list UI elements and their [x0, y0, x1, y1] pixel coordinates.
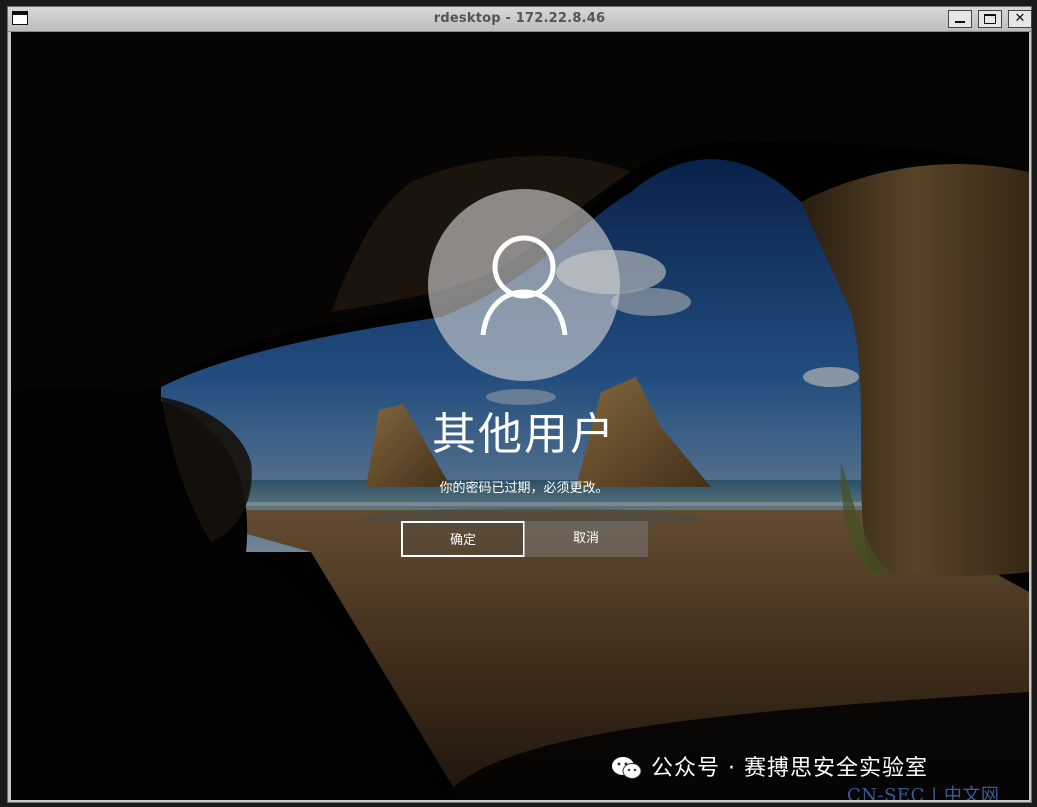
cancel-button[interactable]: 取消	[524, 521, 648, 557]
title-bar[interactable]: rdesktop - 172.22.8.46 ✕	[8, 7, 1032, 32]
window-title: rdesktop - 172.22.8.46	[433, 11, 606, 26]
minimize-icon	[949, 11, 971, 27]
remote-screen[interactable]: 其他用户 你的密码已过期，必须更改。 确定 取消 公众号 · 赛搏思安全实验室 …	[11, 32, 1029, 800]
close-icon: ✕	[1014, 11, 1026, 26]
username-label: 其他用户	[432, 409, 616, 460]
user-icon	[480, 235, 568, 336]
rdesktop-window: rdesktop - 172.22.8.46 ✕ 其他用户 你的密码已过期，必须…	[7, 6, 1032, 803]
password-expired-message: 你的密码已过期，必须更改。	[439, 481, 609, 496]
watermark-text: 公众号 · 赛搏思安全实验室	[651, 756, 928, 781]
maximize-button[interactable]	[978, 10, 1002, 28]
user-avatar	[428, 189, 620, 381]
wechat-icon	[612, 757, 642, 779]
maximize-icon	[979, 11, 1001, 27]
close-button[interactable]: ✕	[1008, 10, 1032, 28]
ok-button[interactable]: 确定	[401, 521, 525, 557]
cn-sec-watermark: CN-SEC | 中文网	[847, 785, 1000, 800]
minimize-button[interactable]	[948, 10, 972, 28]
watermark: 公众号 · 赛搏思安全实验室	[611, 750, 928, 782]
